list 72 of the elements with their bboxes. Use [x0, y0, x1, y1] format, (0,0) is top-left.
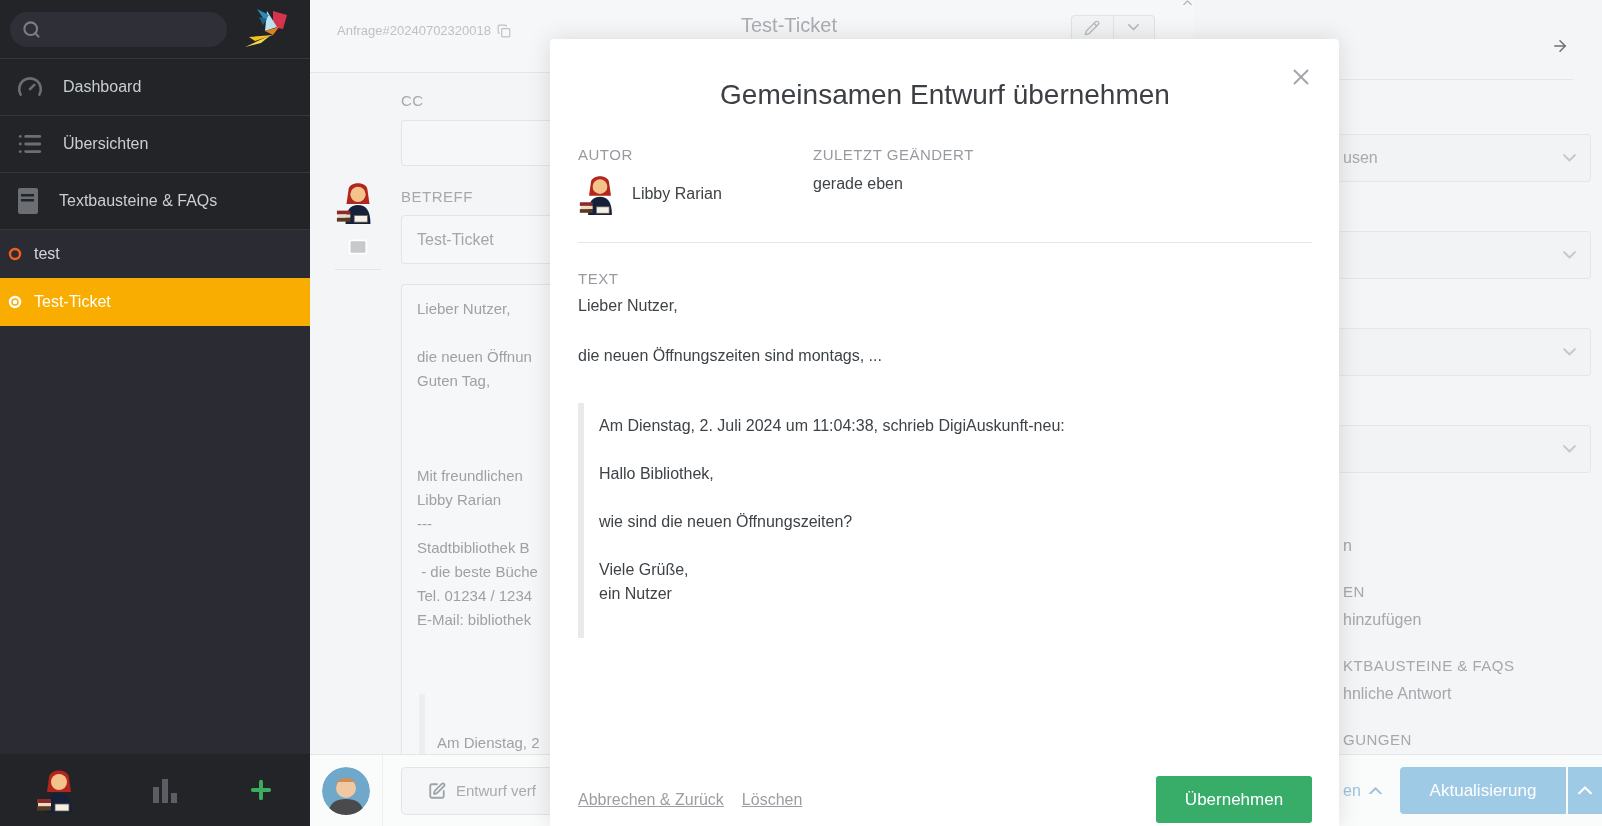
quote-line: ein Nutzer	[599, 584, 673, 604]
select-field[interactable]	[1339, 425, 1591, 473]
quote-line: Hallo Bibliothek,	[599, 464, 715, 484]
draft-text: die neuen Öffnungszeiten sind montags, ...	[578, 346, 883, 366]
document-icon	[17, 187, 39, 215]
select-field[interactable]	[1339, 328, 1591, 376]
message-line: Tel. 01234 / 1234	[417, 586, 534, 606]
chevron-down-icon	[1563, 154, 1576, 162]
message-line: Mit freundlichen	[417, 466, 524, 486]
copy-icon[interactable]	[497, 23, 511, 38]
chevron-down-icon	[1563, 445, 1576, 453]
section-label: EN	[1342, 582, 1366, 602]
ticket-tab[interactable]: Test-Ticket	[0, 278, 310, 326]
ticket-tab[interactable]: test	[0, 230, 310, 278]
message-line: Guten Tag,	[417, 371, 492, 391]
chevron-up-icon	[1578, 786, 1592, 795]
ticket-number: Anfrage#20240702320018	[337, 23, 491, 38]
message-line: die neuen Öffnun	[417, 347, 533, 367]
message-line: E-Mail: bibliothek	[417, 610, 533, 630]
chevron-down-icon	[1563, 348, 1576, 356]
message-line: ---	[417, 514, 433, 534]
agent-avatar	[322, 766, 370, 815]
scroll-up-icon	[1183, 0, 1192, 6]
nav-item[interactable]: Dashboard	[0, 59, 310, 116]
edit-note-icon	[428, 781, 446, 800]
pencil-icon	[1084, 19, 1101, 36]
ticket-title: Test-Ticket	[741, 14, 838, 37]
search-field[interactable]	[10, 11, 227, 47]
field-label: BETREFF	[401, 188, 474, 206]
message-line: Stadtbibliothek B	[417, 538, 531, 558]
message-line: Libby Rarian	[417, 490, 503, 510]
message-line: Lieber Nutzer,	[417, 299, 512, 319]
chevron-down-icon	[1563, 251, 1576, 259]
select-field[interactable]: usen	[1339, 134, 1591, 182]
changed-time: gerade eben	[813, 174, 904, 194]
nav-item[interactable]: Übersichten	[0, 116, 310, 173]
section-text: hinzufügen	[1342, 610, 1423, 630]
draft-text: Lieber Nutzer,	[578, 296, 679, 316]
text-label: TEXT	[578, 270, 620, 288]
chevron-up-icon	[1368, 786, 1382, 795]
status-ring-icon	[8, 247, 22, 261]
section-text: n	[1342, 536, 1353, 556]
quote-line: Am Dienstag, 2	[437, 734, 540, 751]
more-button[interactable]	[1568, 767, 1602, 814]
draft-button[interactable]: Entwurf verf	[401, 766, 550, 815]
apply-button[interactable]: Übernehmen	[1156, 776, 1312, 823]
section-label: KTBAUSTEINE & FAQS	[1342, 656, 1516, 676]
message-line: - die beste Büche	[420, 562, 539, 582]
cancel-link[interactable]: Abbrechen & Zurück	[578, 790, 724, 809]
delete-link[interactable]: Löschen	[741, 790, 803, 809]
field-label: CC	[401, 92, 425, 110]
author-label: AUTOR	[578, 146, 634, 164]
update-button[interactable]: Aktualisierung	[1400, 767, 1566, 814]
quote-line: Viele Grüße,	[599, 560, 690, 580]
select-field[interactable]	[1339, 231, 1591, 279]
nav-item[interactable]: Textbausteine & FAQs	[0, 173, 310, 230]
toggle-link[interactable]: en	[1343, 781, 1400, 800]
bar-chart-icon[interactable]	[152, 777, 178, 803]
section-text: hnliche Antwort	[1342, 684, 1453, 704]
selected-status-icon	[8, 295, 22, 309]
search-icon	[22, 19, 41, 39]
section-label: GUNGEN	[1342, 730, 1413, 750]
quote-line: wie sind die neuen Öffnungszeiten?	[599, 512, 854, 532]
edit-button-group[interactable]	[1071, 15, 1155, 39]
dialog-title: Gemeinsamen Entwurf übernehmen	[719, 78, 1171, 112]
chevron-down-icon	[1128, 24, 1140, 31]
changed-label: ZULETZT GEÄNDERT	[813, 146, 974, 164]
subject-field[interactable]: Test-Ticket	[401, 215, 550, 264]
message-editor[interactable]: Lieber Nutzer, die neuen Öffnun Guten Tag, Mit freundlichen Libby Rarian --- Stadtbibliothek B - die beste Büche Tel. 01234 / 1234 E-Mail: bibliothek Am Dienstag, 2	[401, 284, 550, 754]
cc-field[interactable]	[401, 120, 550, 166]
quote-line: Am Dienstag, 2. Juli 2024 um 11:04:38, schrieb DigiAuskunft-neu:	[599, 416, 1066, 436]
author-name: Libby Rarian	[632, 184, 722, 204]
